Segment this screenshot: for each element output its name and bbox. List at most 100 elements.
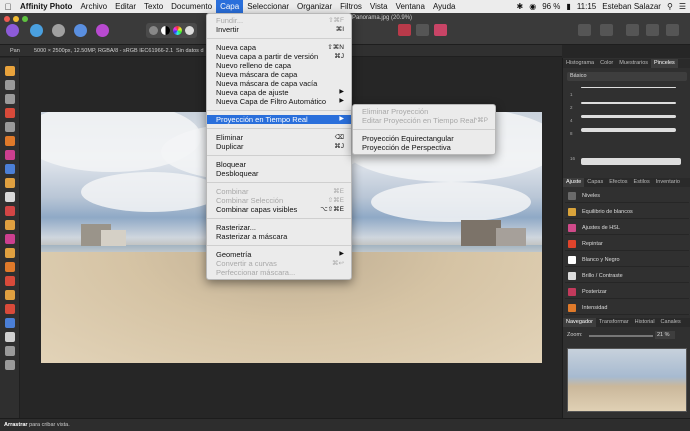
liquify-persona-icon[interactable]	[30, 24, 43, 37]
menu-documento[interactable]: Documento	[167, 0, 216, 13]
tab-navegador[interactable]: Navegador	[563, 318, 596, 327]
menu-vista[interactable]: Vista	[366, 0, 392, 13]
eraser-icon[interactable]	[5, 192, 15, 202]
circle-tool-icon[interactable]	[5, 318, 15, 328]
export-persona-icon[interactable]	[96, 24, 109, 37]
selection-brush-icon[interactable]	[5, 108, 15, 118]
menu-item-geometria[interactable]: Geometría ▶	[207, 250, 351, 259]
zoom-window-button[interactable]	[22, 16, 28, 22]
adjustment-blanco-y-negro[interactable]: Blanco y Negro	[565, 253, 689, 267]
brush-preset[interactable]	[581, 102, 676, 104]
adjustment-ajustes-de-hsl[interactable]: Ajustes de HSL	[565, 221, 689, 235]
adjustment-intensidad[interactable]: Intensidad	[565, 301, 689, 315]
clone-tool-icon[interactable]	[5, 220, 15, 230]
menu-user[interactable]: Esteban Salazar	[602, 2, 661, 11]
battery-icon[interactable]: ▮	[566, 2, 570, 11]
menu-item-nueva-capa-a-partir-de-version[interactable]: Nueva capa a partir de versión ⌘J	[207, 52, 351, 61]
menu-item-bloquear[interactable]: Bloquear	[207, 160, 351, 169]
brush-preset[interactable]	[581, 158, 681, 165]
tab-estilos[interactable]: Estilos	[631, 178, 653, 187]
eyedropper-icon[interactable]	[5, 346, 15, 356]
healing-brush-icon[interactable]	[5, 234, 15, 244]
adjustment-posterizar[interactable]: Posterizar	[565, 285, 689, 299]
menu-ayuda[interactable]: Ayuda	[429, 0, 460, 13]
auto-colors-icon[interactable]	[173, 26, 182, 35]
menu-item-desbloquear[interactable]: Desbloquear	[207, 169, 351, 178]
blur-brush-icon[interactable]	[5, 262, 15, 272]
flood-fill-icon[interactable]	[5, 150, 15, 160]
zoom-value-field[interactable]: 21 %	[655, 331, 675, 339]
shape-tool-icon[interactable]	[5, 304, 15, 314]
adjustment-repintar[interactable]: Repintar	[565, 237, 689, 251]
menu-item-nueva-mascara-de-capa[interactable]: Nueva máscara de capa	[207, 70, 351, 79]
menu-item-nueva-capa-de-ajuste[interactable]: Nueva capa de ajuste ▶	[207, 88, 351, 97]
tab-transformar[interactable]: Transformar	[596, 318, 632, 327]
gradient-tool-icon[interactable]	[5, 164, 15, 174]
menu-item-duplicar[interactable]: Duplicar ⌘J	[207, 142, 351, 151]
auto-wb-icon[interactable]	[185, 26, 194, 35]
smudge-tool-icon[interactable]	[5, 248, 15, 258]
dodge-tool-icon[interactable]	[5, 206, 15, 216]
menu-app[interactable]: Affinity Photo	[16, 0, 76, 13]
studio-icon[interactable]	[600, 24, 613, 36]
menu-item-proyeccion-equirectangular[interactable]: Proyección Equirectangular	[353, 134, 495, 143]
crop-tool-icon[interactable]	[5, 94, 15, 104]
menu-ventana[interactable]: Ventana	[392, 0, 429, 13]
menu-item-eliminar[interactable]: Eliminar ⌫	[207, 133, 351, 142]
menu-texto[interactable]: Texto	[140, 0, 167, 13]
panels-icon[interactable]	[666, 24, 679, 36]
adjustment-niveles[interactable]: Niveles	[565, 189, 689, 203]
auto-contrast-icon[interactable]	[161, 26, 170, 35]
zoom-tool-icon[interactable]	[5, 360, 15, 370]
menu-item-proyeccion-de-perspectiva[interactable]: Proyección de Perspectiva	[353, 143, 495, 152]
wifi-icon[interactable]: ◉	[529, 2, 536, 11]
node-tool-icon[interactable]	[5, 290, 15, 300]
menu-capa[interactable]: Capa	[216, 0, 244, 13]
tab-historial[interactable]: Historial	[632, 318, 658, 327]
brush-preset[interactable]	[581, 115, 676, 118]
search-icon[interactable]: ⚲	[667, 2, 673, 11]
menu-item-proyeccion-en-tiempo-real[interactable]: Proyección en Tiempo Real ▶	[207, 115, 351, 124]
list-icon[interactable]: ☰	[679, 2, 686, 11]
freehand-selection-icon[interactable]	[5, 136, 15, 146]
menu-item-nueva-mascara-de-capa-vacia[interactable]: Nueva máscara de capa vacía	[207, 79, 351, 88]
menu-seleccionar[interactable]: Seleccionar	[243, 0, 293, 13]
adjustment-equilibrio-de-blancos[interactable]: Equilibrio de blancos	[565, 205, 689, 219]
brush-preset[interactable]	[581, 87, 676, 88]
grid-icon[interactable]	[398, 24, 411, 36]
tab-muestrarios[interactable]: Muestrarios	[616, 59, 651, 68]
tab-inventario[interactable]: Inventario	[653, 178, 683, 187]
photo-persona-icon[interactable]	[6, 24, 19, 37]
adjustment-brillo-contraste[interactable]: Brillo / Contraste	[565, 269, 689, 283]
tab-color[interactable]: Color	[597, 59, 616, 68]
tone-mapping-persona-icon[interactable]	[74, 24, 87, 37]
navigator-thumbnail[interactable]	[567, 348, 687, 412]
menu-item-nueva-capa-de-filtro-automatico[interactable]: Nueva Capa de Filtro Automático ▶	[207, 97, 351, 106]
brush-preset[interactable]	[581, 128, 676, 132]
menu-item-nuevo-relleno-de-capa[interactable]: Nuevo relleno de capa	[207, 61, 351, 70]
menu-item-nueva-capa[interactable]: Nueva capa ⇧⌘N	[207, 43, 351, 52]
menu-filtros[interactable]: Filtros	[336, 0, 366, 13]
apple-icon[interactable]: 	[0, 2, 16, 12]
tab-histograma[interactable]: Histograma	[563, 59, 597, 68]
menu-archivo[interactable]: Archivo	[76, 0, 111, 13]
menu-item-rasterizar[interactable]: Rasterizar...	[207, 223, 351, 232]
magnet-icon[interactable]	[434, 24, 447, 36]
marquee-tool-icon[interactable]	[5, 122, 15, 132]
move-tool-icon[interactable]	[5, 80, 15, 90]
tab-pinceles[interactable]: Pinceles	[651, 59, 678, 68]
assistant-icon[interactable]	[578, 24, 591, 36]
auto-levels-icon[interactable]	[149, 26, 158, 35]
hand-tool-icon[interactable]	[5, 66, 15, 76]
menu-editar[interactable]: Editar	[111, 0, 140, 13]
develop-persona-icon[interactable]	[52, 24, 65, 37]
tab-ajuste[interactable]: Ajuste	[563, 178, 585, 187]
tab-efectos[interactable]: Efectos	[606, 178, 630, 187]
quickmask-icon[interactable]	[416, 24, 429, 36]
text-tool-icon[interactable]	[5, 332, 15, 342]
menu-item-combinar-capas-visibles[interactable]: Combinar capas visibles ⌥⇧⌘E	[207, 205, 351, 214]
zoom-slider[interactable]	[589, 335, 653, 337]
layers-icon[interactable]	[646, 24, 659, 36]
minimize-window-button[interactable]	[13, 16, 19, 22]
tab-canales[interactable]: Canales	[658, 318, 684, 327]
